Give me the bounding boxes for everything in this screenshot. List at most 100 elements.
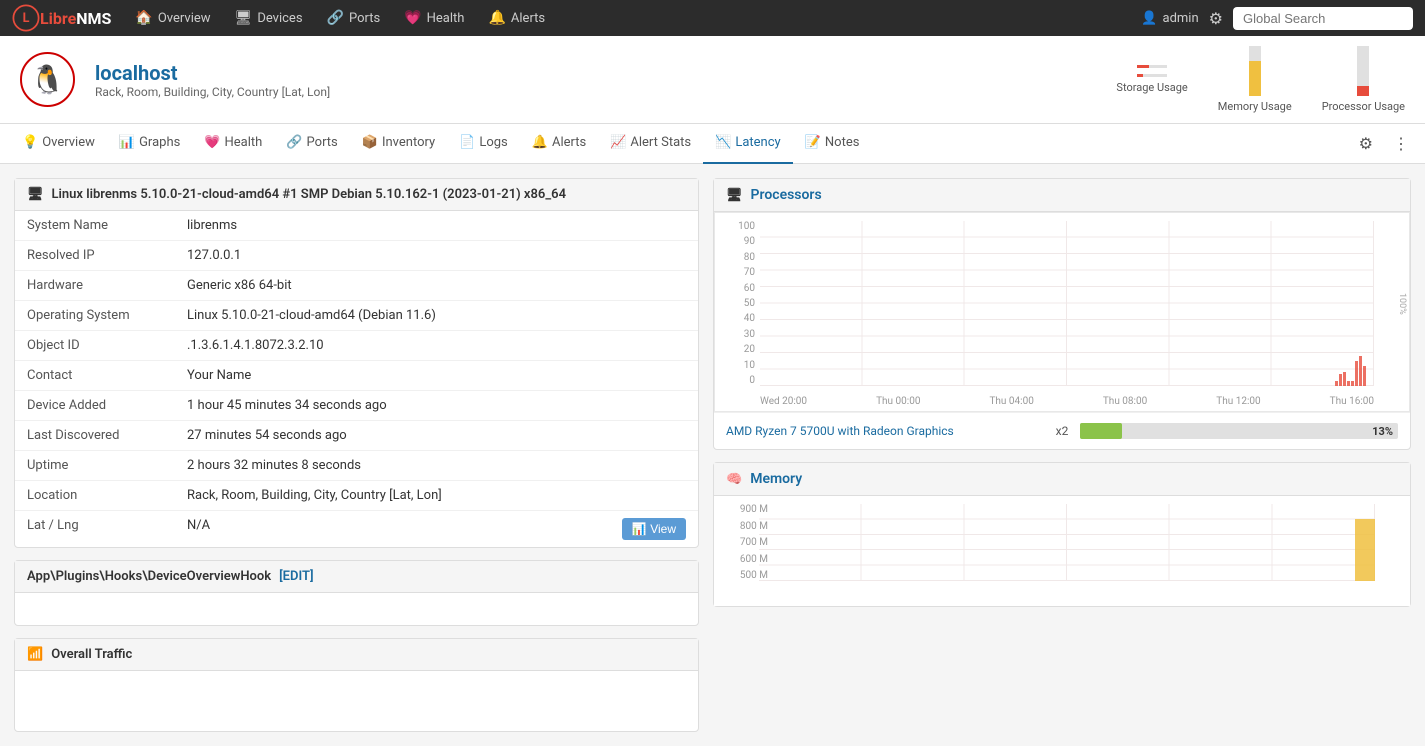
nav-health[interactable]: 💗 Health bbox=[394, 0, 474, 36]
tab-latency-label: Latency bbox=[735, 135, 780, 150]
processor-usage-bar: 13% bbox=[1080, 423, 1398, 439]
nav-overview[interactable]: 🏠 Overview bbox=[125, 0, 220, 36]
info-label: Hardware bbox=[15, 271, 175, 301]
settings-tab-btn[interactable]: ⚙ bbox=[1353, 130, 1379, 158]
device-info: localhost Rack, Room, Building, City, Co… bbox=[95, 61, 330, 99]
device-header: 🐧 localhost Rack, Room, Building, City, … bbox=[0, 36, 1425, 124]
more-tab-btn[interactable]: ⋮ bbox=[1387, 130, 1415, 158]
tab-inventory[interactable]: 📦 Inventory bbox=[350, 124, 447, 164]
tab-alerts-icon: 🔔 bbox=[532, 135, 548, 150]
home-icon: 🏠 bbox=[135, 10, 152, 26]
device-hostname: localhost bbox=[95, 61, 330, 85]
tab-graphs-icon: 📊 bbox=[119, 135, 135, 150]
processor-icon: 🖥 bbox=[726, 188, 743, 203]
tab-latency[interactable]: 📉 Latency bbox=[703, 124, 793, 164]
view-btn[interactable]: 📊 View bbox=[622, 518, 686, 540]
tab-alerts-label: Alerts bbox=[552, 135, 586, 150]
info-value: N/A📊 View bbox=[175, 511, 698, 548]
processor-chart: 100 90 80 70 60 50 40 30 20 10 0 bbox=[714, 212, 1410, 412]
global-search-input[interactable] bbox=[1233, 7, 1413, 30]
plugin-body bbox=[15, 593, 698, 625]
health-icon: 💗 bbox=[404, 10, 421, 26]
info-value: 2 hours 32 minutes 8 seconds bbox=[175, 451, 698, 481]
proc-bar-unit bbox=[1359, 356, 1362, 386]
overall-traffic-title: Overall Traffic bbox=[51, 647, 132, 662]
memory-bar-col1 bbox=[1249, 46, 1261, 96]
processors-card: 🖥 Processors 100 90 80 70 60 50 40 30 20 bbox=[713, 178, 1411, 450]
main-content: 🖥 Linux librenms 5.10.0-21-cloud-amd64 #… bbox=[0, 164, 1425, 746]
system-info-body: System Name librenms Resolved IP 127.0.0… bbox=[15, 211, 698, 547]
plugin-card: App\Plugins\Hooks\DeviceOverviewHook [ED… bbox=[14, 560, 699, 626]
memory-body: 900 M 800 M 700 M 600 M 500 M bbox=[714, 496, 1410, 606]
info-row: Contact Your Name bbox=[15, 361, 698, 391]
device-location: Rack, Room, Building, City, Country [Lat… bbox=[95, 85, 330, 99]
tab-alerts[interactable]: 🔔 Alerts bbox=[520, 124, 598, 164]
proc-bar-unit bbox=[1355, 361, 1358, 386]
memory-title: Memory bbox=[750, 471, 802, 487]
nav-devices[interactable]: 🖥 Devices bbox=[225, 0, 313, 36]
user-icon: 👤 bbox=[1141, 11, 1157, 26]
tab-graphs[interactable]: 📊 Graphs bbox=[107, 124, 192, 164]
tab-ports-label: Ports bbox=[307, 135, 338, 150]
proc-bar-unit bbox=[1339, 374, 1342, 386]
processor-label: Processor Usage bbox=[1322, 100, 1405, 113]
info-label: Lat / Lng bbox=[15, 511, 175, 548]
info-row: Object ID .1.3.6.1.4.1.8072.3.2.10 bbox=[15, 331, 698, 361]
memory-card-icon: 🧠 bbox=[726, 472, 742, 487]
nav-alerts[interactable]: 🔔 Alerts bbox=[478, 0, 555, 36]
right-column: 🖥 Processors 100 90 80 70 60 50 40 30 20 bbox=[713, 178, 1411, 732]
tab-health[interactable]: 💗 Health bbox=[192, 124, 274, 164]
info-row: Device Added 1 hour 45 minutes 34 second… bbox=[15, 391, 698, 421]
nav-overview-label: Overview bbox=[158, 11, 211, 26]
ports-icon: 🔗 bbox=[327, 10, 344, 26]
memory-label: Memory Usage bbox=[1218, 100, 1292, 113]
nav-alerts-label: Alerts bbox=[511, 11, 545, 26]
tab-logs[interactable]: 📄 Logs bbox=[447, 124, 520, 164]
storage-bar-track bbox=[1137, 65, 1167, 68]
tab-alert-stats[interactable]: 📈 Alert Stats bbox=[598, 124, 703, 164]
tab-notes-icon: 📝 bbox=[805, 135, 821, 150]
mem-chart-bars bbox=[769, 504, 1375, 581]
info-row: Resolved IP 127.0.0.1 bbox=[15, 241, 698, 271]
brand-nms: NMS bbox=[76, 9, 111, 28]
info-row: Operating System Linux 5.10.0-21-cloud-a… bbox=[15, 301, 698, 331]
tab-actions: ⚙ ⋮ bbox=[1353, 130, 1415, 158]
info-value: Rack, Room, Building, City, Country [Lat… bbox=[175, 481, 698, 511]
info-row: Lat / Lng N/A📊 View bbox=[15, 511, 698, 548]
overall-traffic-card: 📶 Overall Traffic bbox=[14, 638, 699, 732]
tab-ports[interactable]: 🔗 Ports bbox=[274, 124, 349, 164]
info-value: Linux 5.10.0-21-cloud-amd64 (Debian 11.6… bbox=[175, 301, 698, 331]
tab-overview[interactable]: 💡 Overview bbox=[10, 124, 107, 164]
overall-traffic-body bbox=[15, 671, 698, 731]
plugin-edit-link[interactable]: [EDIT] bbox=[279, 569, 313, 584]
memory-card: 🧠 Memory 900 M 800 M 700 M 600 M 500 M bbox=[713, 462, 1411, 607]
storage-bar-track2 bbox=[1137, 74, 1167, 77]
storage-bar bbox=[1137, 65, 1167, 77]
storage-stat: Storage Usage bbox=[1116, 65, 1187, 94]
settings-icon[interactable]: ⚙ bbox=[1209, 9, 1223, 28]
info-label: Object ID bbox=[15, 331, 175, 361]
tab-notes[interactable]: 📝 Notes bbox=[793, 124, 872, 164]
info-row: Location Rack, Room, Building, City, Cou… bbox=[15, 481, 698, 511]
admin-menu[interactable]: 👤 admin bbox=[1141, 11, 1198, 26]
overall-traffic-header: 📶 Overall Traffic bbox=[15, 639, 698, 671]
tab-alert-stats-icon: 📈 bbox=[610, 135, 626, 150]
info-label: Operating System bbox=[15, 301, 175, 331]
brand-logo[interactable]: L LibreNMS bbox=[12, 4, 111, 32]
info-label: Device Added bbox=[15, 391, 175, 421]
plugin-header: App\Plugins\Hooks\DeviceOverviewHook [ED… bbox=[15, 561, 698, 593]
info-value: 27 minutes 54 seconds ago bbox=[175, 421, 698, 451]
processor-name: AMD Ryzen 7 5700U with Radeon Graphics bbox=[726, 424, 1044, 438]
info-value: librenms bbox=[175, 211, 698, 241]
system-info-header: 🖥 Linux librenms 5.10.0-21-cloud-amd64 #… bbox=[15, 179, 698, 211]
proc-bar-unit bbox=[1351, 381, 1354, 386]
proc-x-axis: Wed 20:00 Thu 00:00 Thu 04:00 Thu 08:00 … bbox=[760, 396, 1374, 407]
tab-logs-icon: 📄 bbox=[459, 135, 475, 150]
left-column: 🖥 Linux librenms 5.10.0-21-cloud-amd64 #… bbox=[14, 178, 699, 732]
tab-health-label: Health bbox=[225, 135, 263, 150]
processor-bar-wrap bbox=[1357, 46, 1369, 96]
info-label: Resolved IP bbox=[15, 241, 175, 271]
memory-bar-empty bbox=[1249, 46, 1261, 61]
nav-ports[interactable]: 🔗 Ports bbox=[317, 0, 391, 36]
devices-icon: 🖥 bbox=[235, 10, 253, 26]
